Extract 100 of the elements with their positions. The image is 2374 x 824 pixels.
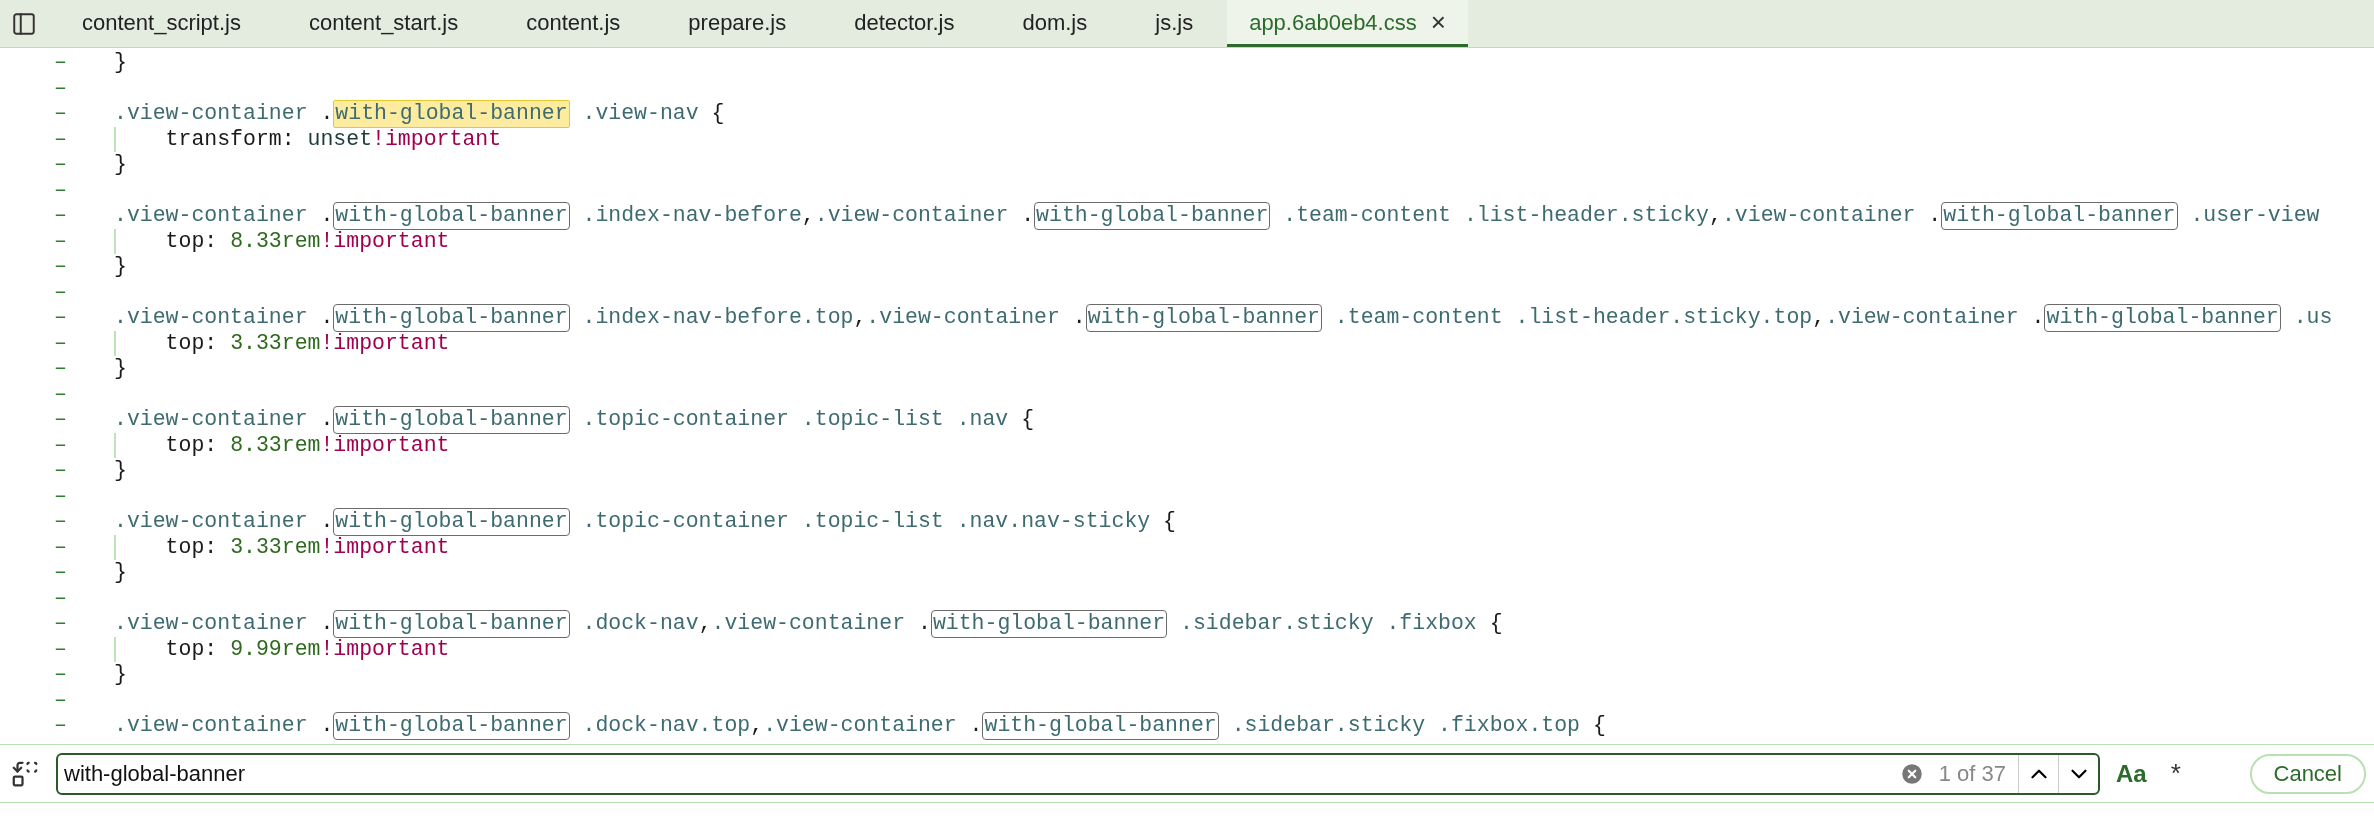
regex-button[interactable]: * xyxy=(2162,754,2189,793)
code-token: !important xyxy=(372,126,502,152)
search-match: with-global-banner xyxy=(1085,304,1322,332)
search-box[interactable]: with-global-banner 1 of 37 xyxy=(56,752,2100,795)
tab[interactable]: content_start.js xyxy=(274,0,493,47)
code-token: .sidebar.sticky .fixbox xyxy=(1179,611,1478,637)
code-token: } xyxy=(114,458,127,484)
code-token: . xyxy=(320,509,334,535)
code-token: .view-nav xyxy=(581,101,700,127)
code-token: 8.33rem xyxy=(230,228,321,254)
tab[interactable]: detector.js xyxy=(820,0,989,47)
search-match: with-global-banner xyxy=(333,202,570,230)
code-token: } xyxy=(114,254,127,280)
line-marker: – xyxy=(53,458,68,484)
search-match: with-global-banner xyxy=(1034,202,1271,230)
code-token: , xyxy=(801,203,815,229)
code-token: .sidebar.sticky .fixbox.top xyxy=(1230,713,1581,739)
code-token: . xyxy=(2031,305,2045,331)
tab-label: content_start.js xyxy=(308,8,459,37)
tab[interactable]: content_script.js xyxy=(48,0,275,47)
tab-label: js.js xyxy=(1155,8,1194,37)
tab[interactable]: dom.js xyxy=(988,0,1122,47)
code-token: .view-container xyxy=(814,203,1010,229)
match-case-button[interactable]: Aa xyxy=(2116,755,2147,792)
code-token: !important xyxy=(320,534,450,560)
code-token: . xyxy=(320,203,334,229)
tab[interactable]: content.js xyxy=(492,0,655,47)
code-token: } xyxy=(114,560,127,586)
code-token: 3.33rem xyxy=(230,534,321,560)
line-marker: – xyxy=(53,228,68,254)
code-token: . xyxy=(917,611,931,637)
code-token: .topic-container .topic-list .nav xyxy=(581,407,1010,433)
code-token: .dock-nav xyxy=(581,611,699,637)
code-token: .dock-nav.top xyxy=(581,713,751,739)
code-token: top: xyxy=(164,330,219,356)
line-marker: – xyxy=(53,662,68,688)
code-token: . xyxy=(1021,203,1035,229)
line-marker: – xyxy=(53,75,68,101)
line-marker: – xyxy=(53,636,68,662)
code-token: !important xyxy=(320,330,450,356)
line-marker: – xyxy=(53,407,68,433)
tab-label: prepare.js xyxy=(688,8,787,37)
code-token: { xyxy=(1163,509,1176,535)
search-match: with-global-banner xyxy=(333,304,570,332)
code-token: .team-content .list-header.sticky.top xyxy=(1333,305,1813,331)
code-token: { xyxy=(1592,713,1606,739)
code-token: . xyxy=(1928,203,1942,229)
search-match: with-global-banner xyxy=(333,406,570,434)
tab-label: app.6ab0eb4.css xyxy=(1249,8,1417,37)
search-match: with-global-banner xyxy=(333,508,570,536)
search-match: with-global-banner xyxy=(2044,304,2281,332)
line-marker: – xyxy=(53,585,68,611)
current-search-match: with-global-banner xyxy=(333,100,570,128)
line-marker: – xyxy=(53,356,68,382)
code-token: unset xyxy=(307,126,373,152)
match-count: 1 of 37 xyxy=(1938,760,2006,788)
code-token: . xyxy=(969,713,983,739)
code-token: } xyxy=(114,662,127,688)
line-marker: – xyxy=(53,177,68,203)
code-token: . xyxy=(320,407,334,433)
search-match: with-global-banner xyxy=(982,712,1219,740)
code-token: .user-view xyxy=(2189,203,2320,229)
code-token: .view-container xyxy=(1721,203,1917,229)
search-match: with-global-banner xyxy=(930,610,1168,638)
search-match: with-global-banner xyxy=(1941,202,2178,230)
line-marker: – xyxy=(53,50,68,76)
code-token: } xyxy=(114,152,127,178)
line-marker: – xyxy=(53,152,68,178)
code-token: .view-container xyxy=(114,407,309,433)
code-token: top: xyxy=(164,432,219,458)
code-token: top: xyxy=(164,534,219,560)
line-marker: – xyxy=(53,381,68,407)
code-token: top: xyxy=(164,228,219,254)
code-token: . xyxy=(320,611,334,637)
code-token: . xyxy=(320,305,334,331)
tab[interactable]: prepare.js xyxy=(654,0,821,47)
line-marker: – xyxy=(53,126,68,152)
code-token: .view-container xyxy=(763,713,958,739)
code-token: , xyxy=(1709,203,1722,229)
code-token: , xyxy=(750,713,764,739)
code-token: transform: xyxy=(164,126,296,152)
code-token: , xyxy=(853,305,867,331)
cancel-button[interactable]: Cancel xyxy=(2249,753,2366,794)
code-token: . xyxy=(320,101,334,127)
tab[interactable]: app.6ab0eb4.css × xyxy=(1227,0,1468,47)
code-token: 3.33rem xyxy=(230,330,321,356)
code-token: !important xyxy=(320,228,450,254)
code-token: } xyxy=(114,356,127,382)
line-marker: – xyxy=(53,305,68,331)
code-token: .team-content .list-header.sticky xyxy=(1282,203,1709,229)
code-token: .view-container xyxy=(114,611,309,637)
code-token: } xyxy=(114,50,127,76)
line-marker: – xyxy=(53,483,68,509)
close-tab-button[interactable]: × xyxy=(1430,2,1446,42)
tab-label: content_script.js xyxy=(82,8,241,37)
tab[interactable]: js.js xyxy=(1121,0,1228,47)
line-marker: – xyxy=(53,687,68,713)
code-token: .topic-container .topic-list .nav.nav-sticky xyxy=(581,509,1152,535)
code-token: .us xyxy=(2292,305,2333,331)
search-field[interactable]: with-global-banner xyxy=(64,757,1899,790)
